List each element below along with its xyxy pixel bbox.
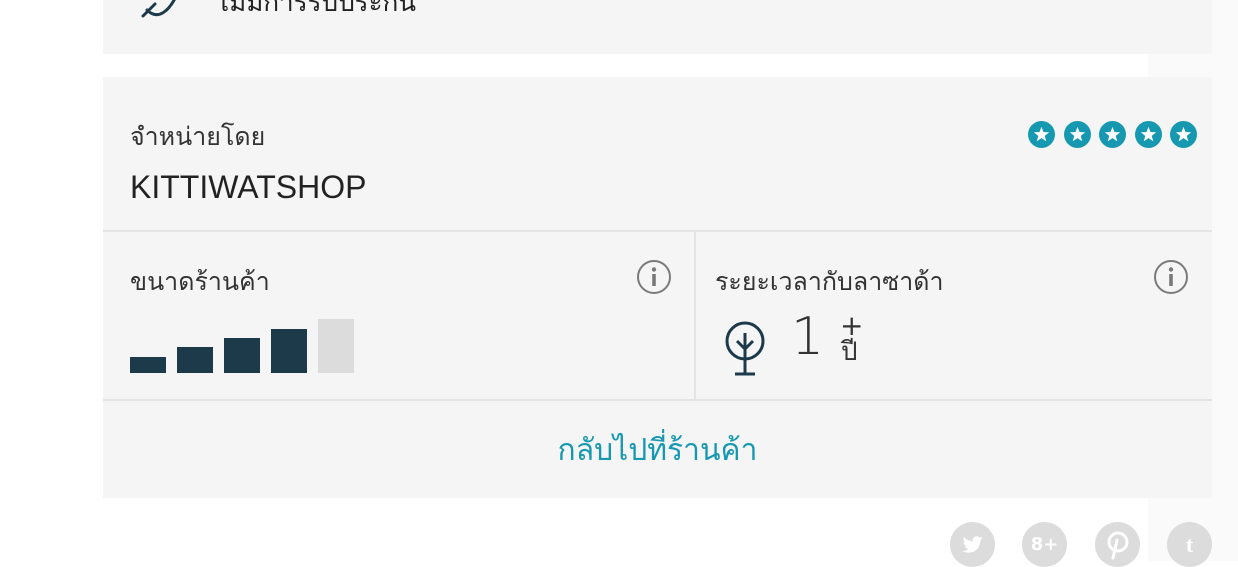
no-warranty-icon — [141, 0, 176, 18]
tree-icon — [725, 321, 765, 376]
info-icon[interactable] — [636, 259, 672, 295]
seller-name: KITTIWATSHOP — [130, 169, 367, 205]
warranty-text: ไม่มีการรับประกัน — [216, 0, 417, 18]
divider — [103, 399, 1212, 401]
shop-size-bars — [130, 317, 360, 373]
info-icon[interactable] — [1153, 259, 1189, 295]
star-icon — [1170, 121, 1197, 148]
shop-size-bar — [130, 357, 166, 373]
years-plus: + — [840, 309, 864, 342]
star-icon — [1134, 121, 1162, 148]
warranty-card: ไม่มีการรับประกัน — [103, 0, 1212, 54]
star-icon — [1099, 121, 1126, 148]
years-value: 1 — [791, 307, 825, 367]
shop-size-label: ขนาดร้านค้า — [130, 267, 270, 296]
tumblr-icon[interactable]: t — [1167, 522, 1212, 567]
shop-size-bar — [271, 329, 307, 373]
tumblr-glyph: t — [1185, 531, 1194, 557]
star-icon — [1028, 121, 1055, 148]
time-on-lazada-label: ระยะเวลากับลาซาด้า — [715, 267, 944, 296]
sold-by-label: จำหน่ายโดย — [130, 122, 266, 151]
google-plus-glyph: 8+ — [1030, 534, 1059, 555]
star-icon — [1063, 121, 1091, 148]
seller-rating — [1028, 121, 1197, 148]
divider — [694, 232, 696, 400]
back-to-shop-link[interactable]: กลับไปที่ร้านค้า — [103, 427, 1212, 474]
divider — [103, 230, 1212, 232]
shop-size-bar — [318, 319, 354, 373]
twitter-icon[interactable] — [950, 522, 995, 567]
seller-card: จำหน่ายโดย KITTIWATSHOP ขนาดร้านค้า ระยะ… — [103, 77, 1212, 498]
shop-size-bar — [224, 338, 260, 373]
shop-size-bar — [177, 347, 213, 373]
years-unit: ปี — [841, 337, 858, 367]
google-plus-icon[interactable]: 8+ — [1022, 522, 1067, 567]
pinterest-icon[interactable] — [1095, 522, 1140, 567]
